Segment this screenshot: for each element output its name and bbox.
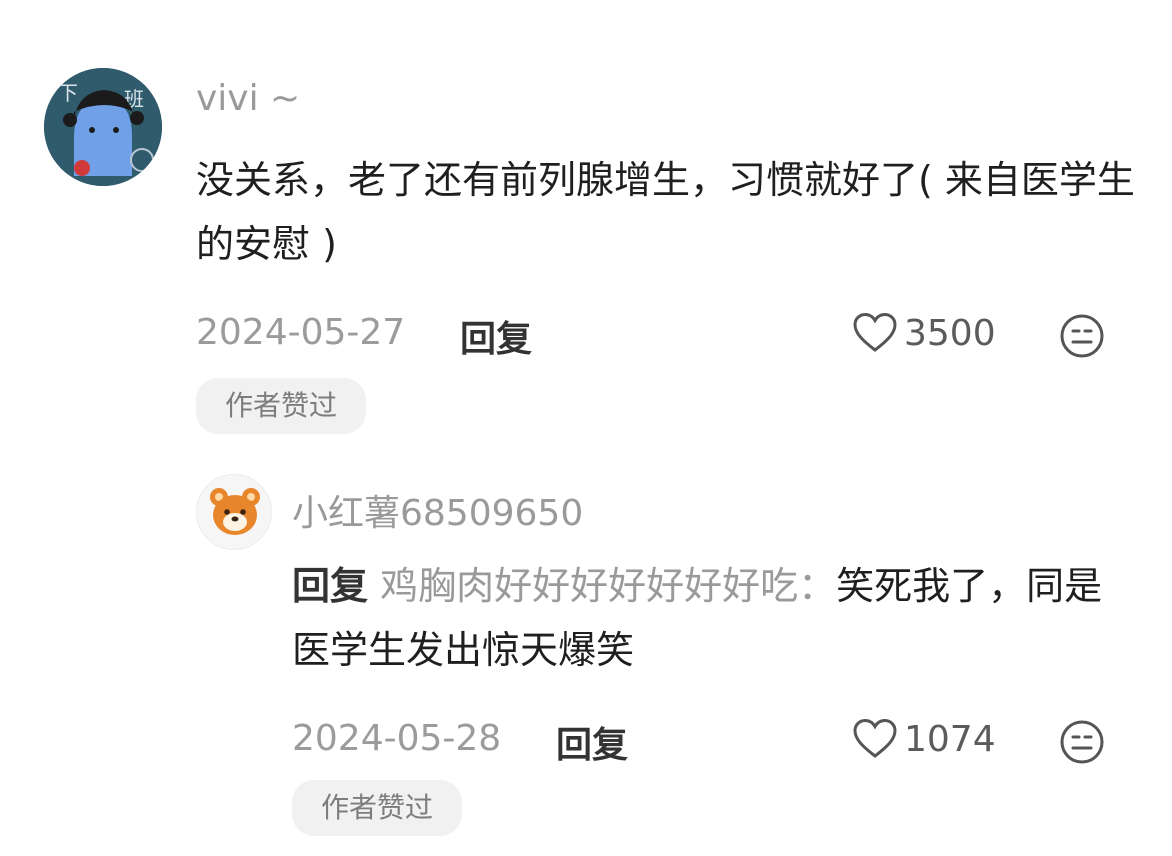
reply-date: 2024-05-28: [292, 718, 502, 759]
avatar-illustration: 下 班: [44, 68, 162, 186]
author-liked-badge: 作者赞过: [292, 780, 462, 836]
avatar[interactable]: [196, 474, 272, 550]
emoji-react-button[interactable]: [1058, 312, 1106, 364]
username[interactable]: vivi ~: [196, 78, 300, 119]
author-liked-badge: 作者赞过: [196, 378, 366, 434]
reply-button[interactable]: 回复: [460, 310, 532, 362]
neutral-face-icon: [1060, 720, 1104, 764]
username[interactable]: 小红薯68509650: [292, 484, 583, 536]
comment-text: 没关系，老了还有前列腺增生，习惯就好了( 来自医学生的安慰 ): [196, 158, 1135, 266]
like-count: 3500: [904, 312, 996, 354]
reply-button[interactable]: 回复: [556, 716, 628, 768]
like-button[interactable]: 1074: [852, 718, 996, 760]
reply-text-block: 回复 鸡胸肉好好好好好好好吃：笑死我了，同是医学生发出惊天爆笑: [292, 554, 1112, 682]
heart-outline-icon: [853, 718, 897, 758]
reply-target-user[interactable]: 鸡胸肉好好好好好好好吃：: [380, 564, 836, 608]
like-button[interactable]: 3500: [852, 312, 996, 354]
comment-item: 下 班 vivi ~ 没关系，老了还有前列腺增生，习惯就好了( 来自医学生的安慰…: [0, 0, 1172, 440]
avatar[interactable]: 下 班: [44, 68, 162, 186]
heart-outline-icon: [853, 312, 897, 352]
like-count: 1074: [904, 718, 996, 760]
reply-prefix: 回复: [292, 564, 369, 608]
reply-item: 小红薯68509650 回复 鸡胸肉好好好好好好好吃：笑死我了，同是医学生发出惊…: [0, 440, 1172, 856]
comment-date: 2024-05-27: [196, 312, 406, 353]
emoji-react-button[interactable]: [1058, 718, 1106, 770]
neutral-face-icon: [1060, 314, 1104, 358]
avatar-glyph: 下: [58, 81, 78, 105]
bear-avatar-icon: [210, 488, 260, 535]
